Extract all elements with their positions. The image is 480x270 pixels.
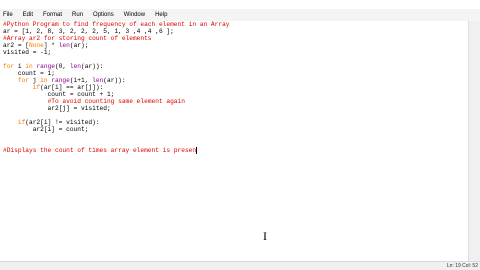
code-token: ar2 = [ [3, 42, 29, 49]
code-token: len [69, 63, 82, 70]
code-token: j [29, 77, 41, 84]
vertical-scrollbar[interactable] [468, 21, 480, 261]
code-token: #Displays the count of times array eleme… [3, 147, 197, 154]
idle-editor-window: File Edit Format Run Options Window Help… [0, 0, 480, 270]
code-line: ar2 = [None] * len(ar); [3, 42, 88, 49]
code-line: if(ar[i] == ar[j]): [3, 84, 104, 91]
code-editor[interactable]: #Python Program to find frequency of eac… [0, 21, 468, 261]
menu-edit[interactable]: Edit [18, 10, 38, 20]
text-ibeam-icon: I [263, 229, 267, 243]
code-line: #Python Program to find frequency of eac… [3, 21, 230, 28]
code-token: ar = [1, 2, 8, 3, 2, 2, 2, 5, 1, 3 ,4 ,4… [3, 28, 174, 35]
code-token: (ar)): [81, 63, 104, 70]
code-token: for [3, 63, 15, 70]
code-token: range [51, 77, 70, 84]
code-token: ] * [43, 42, 59, 49]
code-token: #To avoid counting same element again [47, 98, 185, 105]
menu-help[interactable]: Help [150, 10, 172, 20]
menu-bar: File Edit Format Run Options Window Help [0, 9, 480, 21]
code-token: (ar[i] == ar[j]): [40, 84, 104, 91]
menu-format[interactable]: Format [38, 10, 67, 20]
menu-window[interactable]: Window [119, 10, 150, 20]
code-token: #Array ar2 for storing count of elements [3, 35, 152, 42]
code-token: count = count + 1; [3, 91, 115, 98]
code-token: len [58, 42, 70, 49]
code-token: range [36, 63, 56, 70]
code-token: for [17, 77, 29, 84]
code-line: #Displays the count of times array eleme… [3, 147, 198, 154]
code-token: (ar2[i] != visited): [25, 119, 100, 126]
code-line: for j in range(i+1, len(ar)): [3, 77, 126, 84]
code-token: i [14, 63, 26, 70]
status-bar: Ln: 19 Col: 52 [0, 261, 480, 270]
code-line: ar2[j] = visited; [3, 105, 111, 112]
code-token: (0, [55, 63, 70, 70]
cursor-position: Ln: 19 Col: 52 [446, 263, 478, 269]
code-line: ar = [1, 2, 8, 3, 2, 2, 2, 5, 1, 3 ,4 ,4… [3, 28, 174, 35]
code-line: if(ar2[i] != visited): [3, 119, 100, 126]
menu-file[interactable]: File [0, 10, 18, 20]
menu-run[interactable]: Run [67, 10, 88, 20]
code-token: len [92, 77, 104, 84]
code-token: (ar); [69, 42, 89, 49]
code-token: None [29, 42, 44, 49]
code-line: for i in range(0, len(ar)): [3, 63, 103, 70]
code-line: #To avoid counting same element again [3, 98, 185, 105]
code-token: in [40, 77, 48, 84]
menu-options[interactable]: Options [88, 10, 119, 20]
code-token: (ar)): [103, 77, 126, 84]
code-token: in [25, 63, 33, 70]
code-token: (i+1, [69, 77, 93, 84]
code-token: visited = -1; [3, 49, 52, 56]
code-line: ar2[i] = count; [3, 126, 89, 133]
code-token: #Python Program to find frequency of eac… [3, 21, 230, 28]
code-line: visited = -1; [3, 49, 51, 56]
code-line: count = 1; [3, 70, 55, 77]
text-caret [196, 147, 198, 154]
code-line: count = count + 1; [3, 91, 115, 98]
code-token: count = 1; [3, 70, 55, 77]
code-line: #Array ar2 for storing count of elements [3, 35, 152, 42]
code-token: ar2[j] = visited; [3, 105, 111, 112]
code-token: ar2[i] = count; [3, 126, 89, 133]
